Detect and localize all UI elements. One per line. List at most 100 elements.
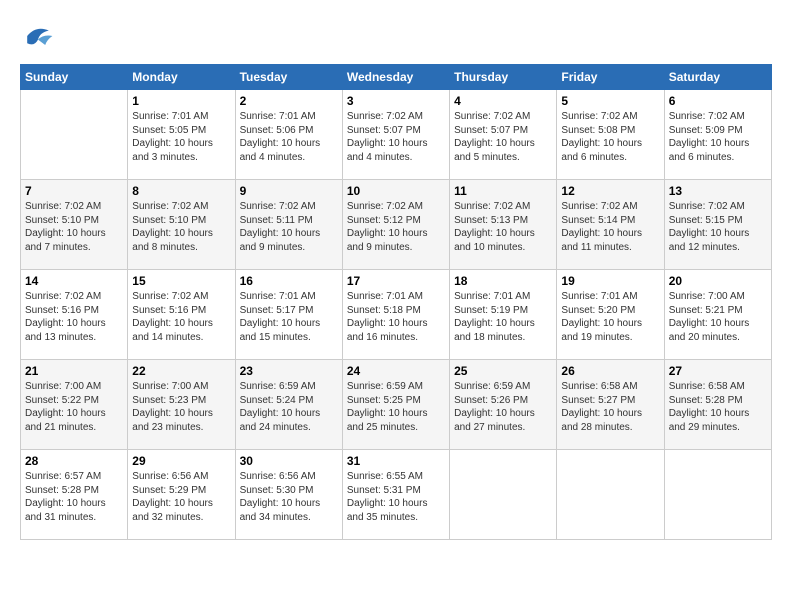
day-number: 9 [240,184,338,198]
header-day-tuesday: Tuesday [235,65,342,90]
calendar-cell [664,450,771,540]
day-info: Sunrise: 7:01 AM Sunset: 5:17 PM Dayligh… [240,290,338,344]
day-info: Sunrise: 7:02 AM Sunset: 5:15 PM Dayligh… [669,200,767,254]
calendar-cell: 28Sunrise: 6:57 AM Sunset: 5:28 PM Dayli… [21,450,128,540]
day-number: 1 [132,94,230,108]
day-info: Sunrise: 7:02 AM Sunset: 5:11 PM Dayligh… [240,200,338,254]
day-info: Sunrise: 6:56 AM Sunset: 5:29 PM Dayligh… [132,470,230,524]
day-number: 16 [240,274,338,288]
page: SundayMondayTuesdayWednesdayThursdayFrid… [0,0,792,552]
day-info: Sunrise: 7:02 AM Sunset: 5:07 PM Dayligh… [347,110,445,164]
calendar-cell: 3 Sunrise: 7:02 AM Sunset: 5:07 PM Daylig… [342,90,449,180]
calendar-cell: 29Sunrise: 6:56 AM Sunset: 5:29 PM Dayli… [128,450,235,540]
day-number: 20 [669,274,767,288]
header-day-thursday: Thursday [450,65,557,90]
day-info: Sunrise: 7:01 AM Sunset: 5:19 PM Dayligh… [454,290,552,344]
calendar-cell: 23 Sunrise: 6:59 AM Sunset: 5:24 PM Dayli… [235,360,342,450]
calendar-cell [21,90,128,180]
day-number: 8 [132,184,230,198]
week-row-3: 21Sunrise: 7:00 AM Sunset: 5:22 PM Dayli… [21,360,772,450]
calendar-cell: 30 Sunrise: 6:56 AM Sunset: 5:30 PM Dayli… [235,450,342,540]
calendar-cell: 22Sunrise: 7:00 AM Sunset: 5:23 PM Dayli… [128,360,235,450]
day-info: Sunrise: 7:02 AM Sunset: 5:16 PM Dayligh… [132,290,230,344]
day-info: Sunrise: 6:57 AM Sunset: 5:28 PM Dayligh… [25,470,123,524]
day-number: 27 [669,364,767,378]
day-number: 21 [25,364,123,378]
day-info: Sunrise: 6:58 AM Sunset: 5:27 PM Dayligh… [561,380,659,434]
calendar-cell [450,450,557,540]
day-info: Sunrise: 6:59 AM Sunset: 5:26 PM Dayligh… [454,380,552,434]
logo-icon [20,18,56,54]
day-info: Sunrise: 7:02 AM Sunset: 5:08 PM Dayligh… [561,110,659,164]
calendar-cell: 5Sunrise: 7:02 AM Sunset: 5:08 PM Daylig… [557,90,664,180]
day-info: Sunrise: 7:01 AM Sunset: 5:06 PM Dayligh… [240,110,338,164]
calendar-cell: 12 Sunrise: 7:02 AM Sunset: 5:14 PM Dayli… [557,180,664,270]
calendar-cell: 4 Sunrise: 7:02 AM Sunset: 5:07 PM Daylig… [450,90,557,180]
calendar-cell: 1Sunrise: 7:01 AM Sunset: 5:05 PM Daylig… [128,90,235,180]
calendar-cell: 10 Sunrise: 7:02 AM Sunset: 5:12 PM Dayli… [342,180,449,270]
calendar-cell: 8 Sunrise: 7:02 AM Sunset: 5:10 PM Daylig… [128,180,235,270]
day-info: Sunrise: 7:02 AM Sunset: 5:09 PM Dayligh… [669,110,767,164]
calendar-cell: 2 Sunrise: 7:01 AM Sunset: 5:06 PM Daylig… [235,90,342,180]
day-number: 11 [454,184,552,198]
day-info: Sunrise: 7:02 AM Sunset: 5:13 PM Dayligh… [454,200,552,254]
calendar-table: SundayMondayTuesdayWednesdayThursdayFrid… [20,64,772,540]
calendar-cell: 16 Sunrise: 7:01 AM Sunset: 5:17 PM Dayli… [235,270,342,360]
header-day-friday: Friday [557,65,664,90]
week-row-2: 14 Sunrise: 7:02 AM Sunset: 5:16 PM Dayli… [21,270,772,360]
day-number: 12 [561,184,659,198]
day-info: Sunrise: 6:59 AM Sunset: 5:25 PM Dayligh… [347,380,445,434]
day-number: 13 [669,184,767,198]
day-number: 4 [454,94,552,108]
calendar-cell: 31Sunrise: 6:55 AM Sunset: 5:31 PM Dayli… [342,450,449,540]
day-number: 18 [454,274,552,288]
day-info: Sunrise: 7:02 AM Sunset: 5:14 PM Dayligh… [561,200,659,254]
header-row: SundayMondayTuesdayWednesdayThursdayFrid… [21,65,772,90]
day-info: Sunrise: 7:01 AM Sunset: 5:18 PM Dayligh… [347,290,445,344]
day-number: 2 [240,94,338,108]
calendar-cell: 11 Sunrise: 7:02 AM Sunset: 5:13 PM Dayli… [450,180,557,270]
day-number: 23 [240,364,338,378]
calendar-cell: 7 Sunrise: 7:02 AM Sunset: 5:10 PM Daylig… [21,180,128,270]
week-row-1: 7 Sunrise: 7:02 AM Sunset: 5:10 PM Daylig… [21,180,772,270]
day-number: 10 [347,184,445,198]
header-day-monday: Monday [128,65,235,90]
day-number: 6 [669,94,767,108]
calendar-cell [557,450,664,540]
day-info: Sunrise: 7:02 AM Sunset: 5:07 PM Dayligh… [454,110,552,164]
calendar-cell: 26 Sunrise: 6:58 AM Sunset: 5:27 PM Dayli… [557,360,664,450]
day-info: Sunrise: 7:02 AM Sunset: 5:12 PM Dayligh… [347,200,445,254]
day-number: 3 [347,94,445,108]
calendar-cell: 21Sunrise: 7:00 AM Sunset: 5:22 PM Dayli… [21,360,128,450]
day-number: 25 [454,364,552,378]
calendar-cell: 20 Sunrise: 7:00 AM Sunset: 5:21 PM Dayli… [664,270,771,360]
week-row-4: 28Sunrise: 6:57 AM Sunset: 5:28 PM Dayli… [21,450,772,540]
day-number: 14 [25,274,123,288]
day-info: Sunrise: 7:01 AM Sunset: 5:20 PM Dayligh… [561,290,659,344]
logo [20,18,60,54]
day-info: Sunrise: 7:02 AM Sunset: 5:10 PM Dayligh… [132,200,230,254]
day-info: Sunrise: 7:02 AM Sunset: 5:16 PM Dayligh… [25,290,123,344]
calendar-cell: 15 Sunrise: 7:02 AM Sunset: 5:16 PM Dayli… [128,270,235,360]
day-info: Sunrise: 7:02 AM Sunset: 5:10 PM Dayligh… [25,200,123,254]
calendar-cell: 13 Sunrise: 7:02 AM Sunset: 5:15 PM Dayli… [664,180,771,270]
header [20,18,772,54]
calendar-cell: 9 Sunrise: 7:02 AM Sunset: 5:11 PM Daylig… [235,180,342,270]
calendar-cell: 6 Sunrise: 7:02 AM Sunset: 5:09 PM Daylig… [664,90,771,180]
day-number: 17 [347,274,445,288]
day-info: Sunrise: 7:00 AM Sunset: 5:21 PM Dayligh… [669,290,767,344]
calendar-cell: 17 Sunrise: 7:01 AM Sunset: 5:18 PM Dayli… [342,270,449,360]
calendar-cell: 24Sunrise: 6:59 AM Sunset: 5:25 PM Dayli… [342,360,449,450]
day-info: Sunrise: 6:59 AM Sunset: 5:24 PM Dayligh… [240,380,338,434]
day-number: 26 [561,364,659,378]
day-number: 15 [132,274,230,288]
day-info: Sunrise: 7:00 AM Sunset: 5:23 PM Dayligh… [132,380,230,434]
calendar-cell: 18 Sunrise: 7:01 AM Sunset: 5:19 PM Dayli… [450,270,557,360]
calendar-cell: 25 Sunrise: 6:59 AM Sunset: 5:26 PM Dayli… [450,360,557,450]
day-number: 30 [240,454,338,468]
calendar-cell: 14 Sunrise: 7:02 AM Sunset: 5:16 PM Dayli… [21,270,128,360]
day-info: Sunrise: 6:56 AM Sunset: 5:30 PM Dayligh… [240,470,338,524]
header-day-sunday: Sunday [21,65,128,90]
day-number: 7 [25,184,123,198]
calendar-cell: 19Sunrise: 7:01 AM Sunset: 5:20 PM Dayli… [557,270,664,360]
